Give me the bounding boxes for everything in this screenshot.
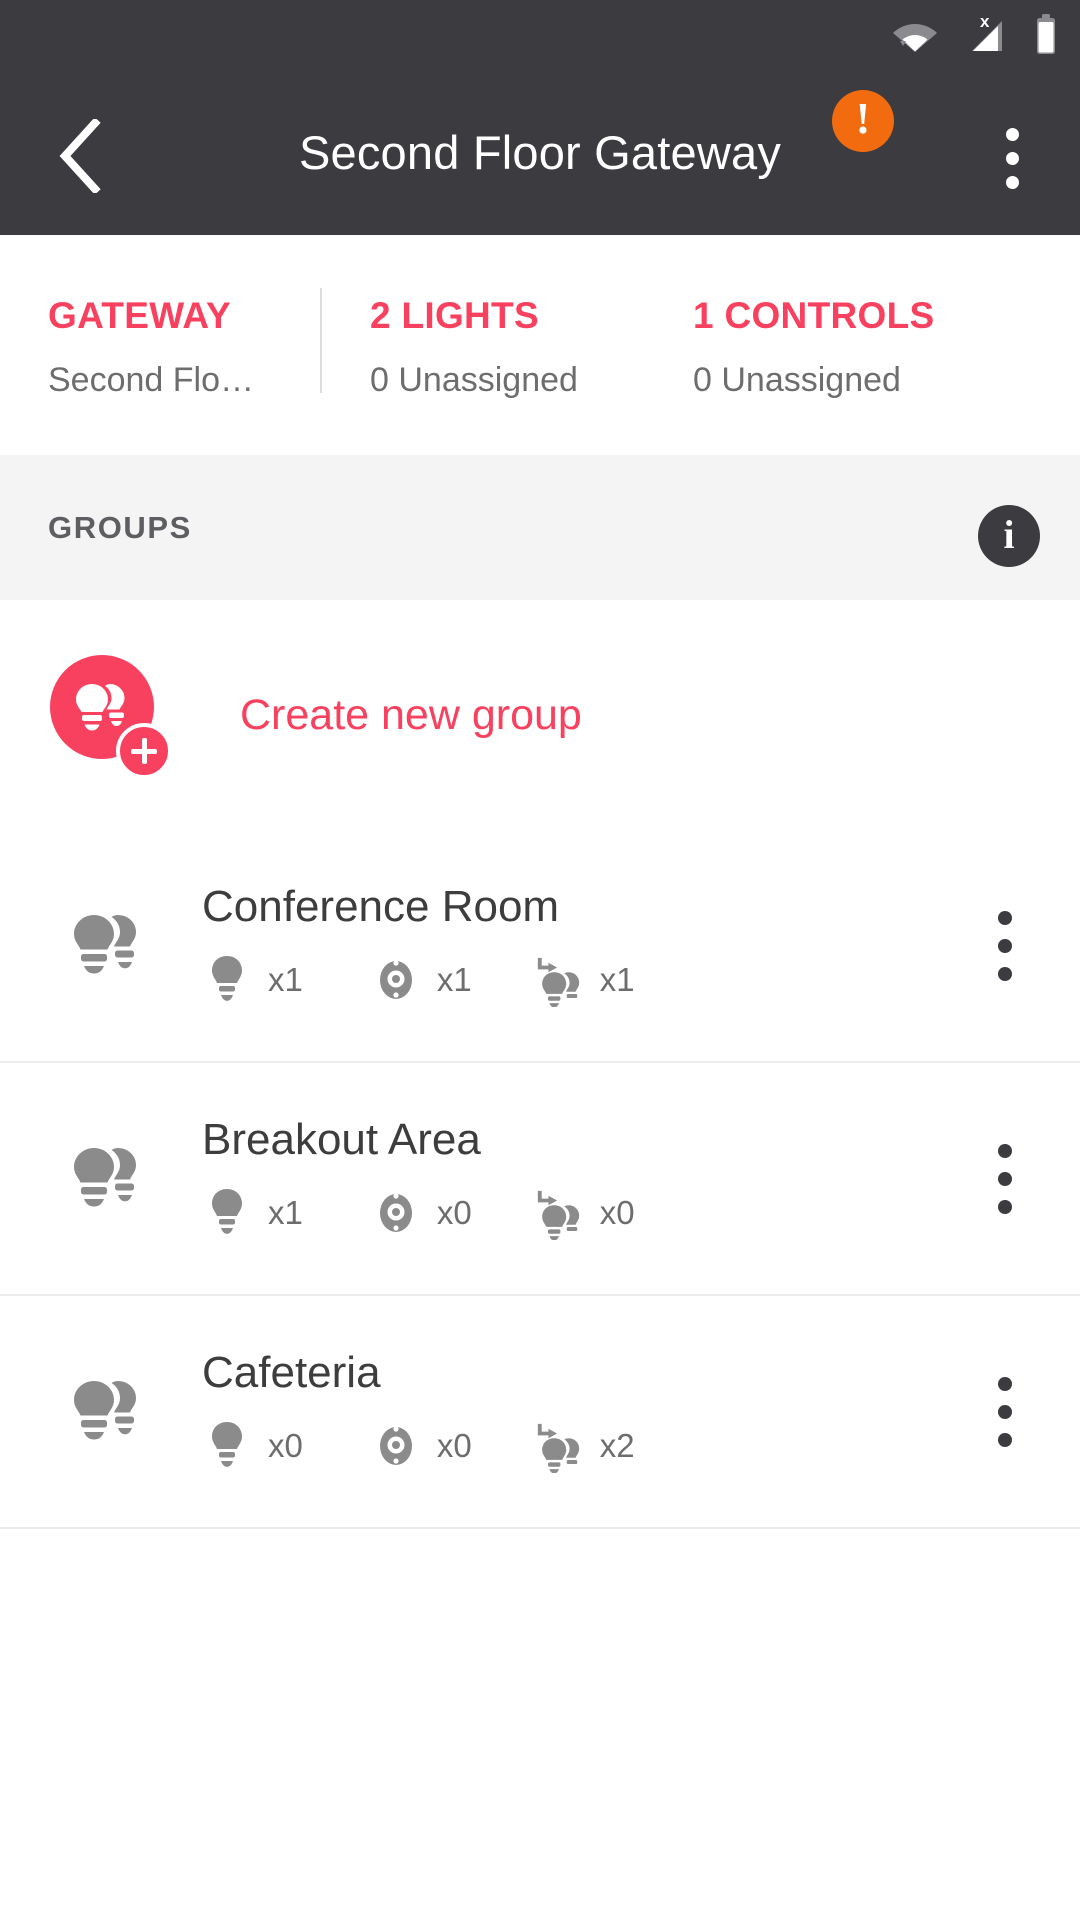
table-row[interactable]: Breakout Area x1 x0 x0 bbox=[0, 1063, 1080, 1296]
summary-gateway-title: GATEWAY bbox=[48, 295, 232, 336]
summary-controls-title: 1 CONTROLS bbox=[693, 295, 935, 336]
dial-control-icon bbox=[371, 1189, 421, 1237]
overflow-dot bbox=[998, 910, 1012, 925]
count-scenes-value: x2 bbox=[599, 1426, 635, 1464]
count-lights-value: x0 bbox=[268, 1426, 303, 1464]
svg-text:x: x bbox=[980, 13, 990, 31]
summary-divider bbox=[320, 288, 322, 393]
warning-exclamation-icon[interactable]: ! bbox=[832, 90, 894, 152]
group-counts: x0 x0 x2 bbox=[202, 1419, 1080, 1473]
app-screen: x Second Floor Gateway ! GATEWAY Second … bbox=[0, 0, 1080, 1920]
summary-lights-subtitle: 0 Unassigned bbox=[370, 361, 578, 399]
overflow-dot bbox=[1005, 151, 1019, 165]
overflow-dot bbox=[998, 1171, 1012, 1186]
overflow-dot bbox=[998, 938, 1012, 953]
count-controls-value: x0 bbox=[436, 1426, 472, 1464]
status-bar: x bbox=[0, 0, 1080, 70]
groups-section-header: GROUPS i bbox=[0, 455, 1080, 600]
groups-label: GROUPS bbox=[48, 509, 192, 545]
add-group-bulbs-icon bbox=[50, 655, 172, 779]
info-icon[interactable]: i bbox=[978, 505, 1040, 567]
table-row[interactable]: Cafeteria x0 x0 x2 bbox=[0, 1296, 1080, 1529]
count-controls: x1 bbox=[371, 956, 472, 1004]
create-new-group-label: Create new group bbox=[240, 690, 582, 739]
groups-list: Conference Room x1 x1 x1 Breakout Area x… bbox=[0, 830, 1080, 1529]
group-info: Breakout Area x1 x0 x0 bbox=[202, 1115, 1080, 1240]
count-controls: x0 bbox=[371, 1189, 472, 1237]
app-bar: Second Floor Gateway ! bbox=[0, 70, 1080, 235]
group-counts: x1 x0 x0 bbox=[202, 1186, 1080, 1240]
summary-controls-subtitle: 0 Unassigned bbox=[693, 361, 901, 399]
count-lights: x1 bbox=[202, 1187, 303, 1239]
group-name: Cafeteria bbox=[202, 1348, 381, 1398]
table-row[interactable]: Conference Room x1 x1 x1 bbox=[0, 830, 1080, 1063]
overflow-dot bbox=[998, 1376, 1012, 1391]
info-glyph: i bbox=[1003, 512, 1015, 557]
battery-icon bbox=[1034, 14, 1058, 56]
dial-control-icon bbox=[371, 1422, 421, 1470]
overflow-dot bbox=[1005, 127, 1019, 141]
group-bulbs-icon bbox=[48, 1369, 166, 1455]
overflow-dot bbox=[1005, 175, 1019, 189]
group-info: Cafeteria x0 x0 x2 bbox=[202, 1348, 1080, 1473]
group-name: Breakout Area bbox=[202, 1115, 481, 1165]
group-bulbs-icon bbox=[48, 903, 166, 989]
summary-controls[interactable]: 1 CONTROLS 0 Unassigned bbox=[675, 235, 1080, 400]
summary-gateway[interactable]: GATEWAY Second Flo… bbox=[0, 235, 320, 400]
light-bulb-icon bbox=[202, 1187, 252, 1239]
dial-control-icon bbox=[371, 956, 421, 1004]
overflow-dot bbox=[998, 1432, 1012, 1447]
count-lights: x1 bbox=[202, 954, 303, 1006]
count-scenes: x1 bbox=[534, 953, 635, 1007]
cellular-no-sim-icon: x bbox=[964, 13, 1008, 57]
scene-assign-icon bbox=[534, 1419, 584, 1473]
warning-glyph: ! bbox=[855, 94, 871, 143]
light-bulb-icon bbox=[202, 954, 252, 1006]
appbar-overflow-button[interactable] bbox=[980, 126, 1044, 190]
light-bulb-icon bbox=[202, 1420, 252, 1472]
summary-lights[interactable]: 2 LIGHTS 0 Unassigned bbox=[320, 235, 675, 400]
count-scenes-value: x1 bbox=[599, 960, 635, 998]
scene-assign-icon bbox=[534, 1186, 584, 1240]
summary-lights-title: 2 LIGHTS bbox=[370, 295, 539, 336]
row-overflow-button[interactable] bbox=[972, 1367, 1038, 1457]
count-lights: x0 bbox=[202, 1420, 303, 1472]
row-overflow-button[interactable] bbox=[972, 1134, 1038, 1224]
overflow-dot bbox=[998, 1143, 1012, 1158]
create-new-group-button[interactable]: Create new group bbox=[0, 600, 1080, 830]
count-scenes: x2 bbox=[534, 1419, 635, 1473]
count-lights-value: x1 bbox=[268, 960, 303, 998]
overflow-dot bbox=[998, 1404, 1012, 1419]
count-controls: x0 bbox=[371, 1422, 472, 1470]
count-scenes: x0 bbox=[534, 1186, 635, 1240]
group-counts: x1 x1 x1 bbox=[202, 953, 1080, 1007]
summary-gateway-subtitle: Second Flo… bbox=[48, 361, 254, 399]
count-lights-value: x1 bbox=[268, 1193, 303, 1231]
group-bulbs-icon bbox=[48, 1136, 166, 1222]
wifi-transfer-icon bbox=[892, 17, 938, 53]
count-controls-value: x0 bbox=[436, 1193, 472, 1231]
page-title: Second Floor Gateway bbox=[298, 126, 782, 179]
plus-badge-icon bbox=[116, 723, 172, 779]
count-controls-value: x1 bbox=[436, 960, 472, 998]
overflow-dot bbox=[998, 1199, 1012, 1214]
overflow-dot bbox=[998, 966, 1012, 981]
summary-strip: GATEWAY Second Flo… 2 LIGHTS 0 Unassigne… bbox=[0, 235, 1080, 455]
group-info: Conference Room x1 x1 x1 bbox=[202, 882, 1080, 1007]
group-name: Conference Room bbox=[202, 882, 560, 932]
count-scenes-value: x0 bbox=[599, 1193, 635, 1231]
row-overflow-button[interactable] bbox=[972, 901, 1038, 991]
scene-assign-icon bbox=[534, 953, 584, 1007]
